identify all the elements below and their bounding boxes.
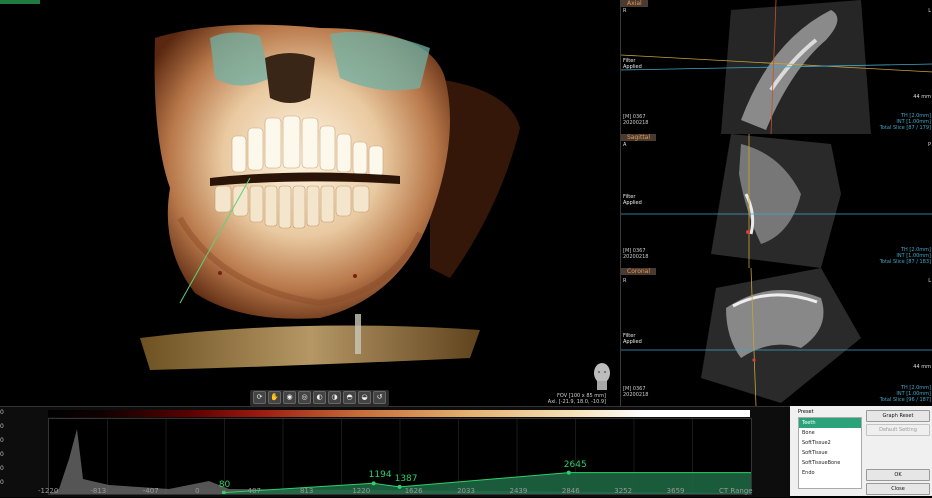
axial-tab[interactable]: Axial <box>621 0 648 7</box>
axial-orientation-left: R <box>623 8 627 14</box>
histogram-x-tick: -407 <box>142 487 159 495</box>
fov-position-text: Axi. [-21.9, 18.0, -10.9] <box>547 399 606 405</box>
histogram-x-tick: 407 <box>247 487 261 495</box>
sagittal-tab[interactable]: Sagittal <box>621 134 657 141</box>
filter-applied-label: Applied <box>623 200 642 206</box>
coronal-scale: 44 mm <box>913 364 931 370</box>
histogram-y-tick: 0 <box>0 423 4 430</box>
bottom-view-icon[interactable]: ◒ <box>358 391 371 404</box>
hand-icon[interactable]: ✋ <box>268 391 281 404</box>
coronal-orientation-left: R <box>623 278 627 284</box>
graph-reset-button[interactable]: Graph Reset <box>866 410 930 422</box>
axial-orientation-right: L <box>928 8 931 14</box>
histogram-x-tick: 1626 <box>404 487 423 495</box>
front-view-icon[interactable]: ◉ <box>283 391 296 404</box>
control-point-label: 80 <box>218 479 231 490</box>
histogram-x-tick: CT Range <box>719 487 753 495</box>
preset-item[interactable]: SoftTissue <box>799 448 861 458</box>
reset-view-icon[interactable]: ↺ <box>373 391 386 404</box>
axial-slice-info: TH [2.0mm] INT [1.00mm] Total Slice [87 … <box>880 113 931 131</box>
preset-item[interactable]: Endo <box>799 468 861 478</box>
sagittal-viewport[interactable]: Sagittal A P Filter Applied [M] 0367 202… <box>620 134 932 269</box>
back-view-icon[interactable]: ◎ <box>298 391 311 404</box>
preset-item[interactable]: SoftTissueBone <box>799 458 861 468</box>
axial-study-info: [M] 0367 20200218 <box>623 114 648 126</box>
sagittal-orientation-left: A <box>623 142 627 148</box>
ok-button[interactable]: OK <box>866 469 930 481</box>
opacity-control-point[interactable] <box>566 470 571 475</box>
axial-scale: 44 mm <box>913 94 931 100</box>
control-point-label: 1194 <box>368 470 392 481</box>
sagittal-filter-status: Filter Applied <box>623 194 642 206</box>
sagittal-study-info: [M] 0367 20200218 <box>623 248 648 260</box>
color-transfer-bar[interactable] <box>48 410 750 417</box>
coronal-viewport[interactable]: Coronal R L Filter Applied 44 mm [M] 036… <box>620 268 932 406</box>
histogram-x-tick: 2439 <box>509 487 528 495</box>
opacity-curve-editor: 0 0 0 0 0 0 -1220 -813 -407 0 407 813 1220 1626 2033 2… <box>0 406 790 497</box>
histogram-y-tick: 0 <box>0 451 4 458</box>
coronal-orientation-right: L <box>928 278 931 284</box>
coronal-filter-status: Filter Applied <box>623 333 642 345</box>
top-view-icon[interactable]: ◓ <box>343 391 356 404</box>
coronal-study-info: [M] 0367 20200218 <box>623 386 648 398</box>
coronal-slice-info: TH [2.0mm] INT [1.00mm] Total Slice [96 … <box>880 385 931 403</box>
slice-total: Total Slice [96 / 187] <box>879 397 931 403</box>
histogram-y-tick: 0 <box>0 479 4 486</box>
control-point-label: 1387 <box>394 473 418 484</box>
sagittal-slice-info: TH [2.0mm] INT [1.00mm] Total Slice [87 … <box>880 247 931 265</box>
study-date: 20200218 <box>623 392 649 398</box>
histogram-x-tick: 3659 <box>666 487 685 495</box>
rotate-icon[interactable]: ⟳ <box>253 391 266 404</box>
histogram-x-tick: 2033 <box>457 487 475 495</box>
histogram-x-tick: 813 <box>299 487 314 495</box>
histogram-y-tick: 0 <box>0 437 4 444</box>
control-point-label: 2645 <box>563 459 587 470</box>
study-date: 20200218 <box>623 120 649 126</box>
histogram-y-tick: 0 <box>0 465 4 472</box>
preset-item[interactable]: Bone <box>799 428 861 438</box>
right-view-icon[interactable]: ◑ <box>328 391 341 404</box>
preset-panel: Preset Teeth Bone SoftTissue2 SoftTissue Sof… <box>790 406 932 496</box>
slice-total: Total Slice [87 / 179] <box>879 125 931 131</box>
histogram-x-tick: 1220 <box>352 487 371 495</box>
left-view-icon[interactable]: ◐ <box>313 391 326 404</box>
histogram-x-tick: 3252 <box>614 487 633 495</box>
preset-list[interactable]: Teeth Bone SoftTissue2 SoftTissue SoftTissue… <box>798 417 862 489</box>
axial-filter-status: Filter Applied <box>623 58 642 70</box>
view-orientation-toolbar: ⟳ ✋ ◉ ◎ ◐ ◑ ◓ ◒ ↺ <box>250 390 389 406</box>
head-orientation-icon[interactable] <box>592 362 612 390</box>
preset-item[interactable]: SoftTissue2 <box>799 438 861 448</box>
skull-3d-render <box>140 24 520 370</box>
close-button[interactable]: Close <box>866 483 930 495</box>
opacity-control-point[interactable] <box>371 481 376 486</box>
axial-viewport[interactable]: Axial R L Filter Applied 44 mm [M] 0367 … <box>620 0 932 135</box>
filter-applied-label: Applied <box>623 64 642 70</box>
preset-item[interactable]: Teeth <box>799 418 861 428</box>
histogram-x-tick: -1220 <box>38 487 59 495</box>
filter-applied-label: Applied <box>623 339 642 345</box>
slice-total: Total Slice [87 / 183] <box>879 259 931 265</box>
viewport-active-tab <box>0 0 40 4</box>
histogram-x-tick: 2846 <box>561 487 580 495</box>
coronal-tab[interactable]: Coronal <box>621 268 657 275</box>
histogram-y-tick: 0 <box>0 409 4 416</box>
volume-render-viewport[interactable]: FOV [100 x 85 mm] Axi. [-21.9, 18.0, -10… <box>0 0 620 406</box>
preset-title: Preset <box>798 409 814 415</box>
fov-readout: FOV [100 x 85 mm] Axi. [-21.9, 18.0, -10… <box>548 393 606 405</box>
histogram-x-tick: -813 <box>90 487 107 495</box>
default-setting-button[interactable]: Default Setting <box>866 424 930 436</box>
histogram-x-tick: 0 <box>195 487 200 495</box>
study-date: 20200218 <box>623 254 649 260</box>
sagittal-orientation-right: P <box>927 142 931 148</box>
opacity-control-point[interactable] <box>397 484 402 489</box>
